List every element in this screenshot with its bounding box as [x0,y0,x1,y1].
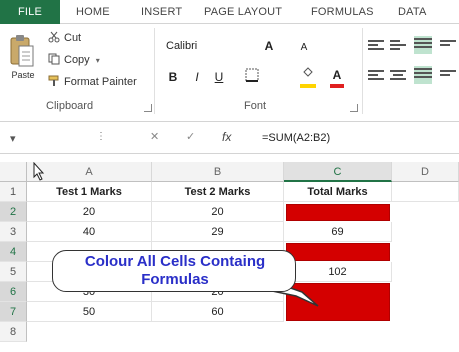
cell-c5[interactable]: 102 [284,262,392,282]
cell-a3[interactable]: 40 [27,222,152,242]
indent-button[interactable] [440,68,456,82]
cell-a1[interactable]: Test 1 Marks [27,182,152,202]
cell-b2[interactable]: 20 [152,202,284,222]
clipboard-launcher-icon[interactable] [144,104,152,112]
cell-d1[interactable] [392,182,459,202]
row-header[interactable]: 5 [0,262,27,282]
name-box[interactable]: ▾ [0,130,90,150]
row-header[interactable]: 8 [0,322,27,342]
select-all-corner[interactable] [0,162,27,182]
scissors-icon [48,31,60,43]
underline-button[interactable]: U [212,68,226,86]
font-group-label: Font [244,100,267,112]
font-color-button[interactable]: A [330,66,344,84]
format-painter-label: Format Painter [64,76,137,88]
paint-bucket-icon [303,67,313,77]
tab-page-layout[interactable]: PAGE LAYOUT [204,0,282,24]
formula-input[interactable]: =SUM(A2:B2) [262,132,330,144]
column-header-b[interactable]: B [152,162,284,182]
paste-button[interactable]: Paste [4,30,42,100]
align-left-button[interactable] [368,68,384,82]
fill-color-swatch [300,84,316,88]
copy-icon [48,53,60,65]
paintbrush-icon [48,75,59,86]
tab-home[interactable]: HOME [76,0,110,24]
font-launcher-icon[interactable] [350,104,358,112]
italic-button[interactable]: I [190,68,204,86]
row-header[interactable]: 1 [0,182,27,202]
excel-window: FILE HOME INSERT PAGE LAYOUT FORMULAS DA… [0,0,459,352]
cell-a7[interactable]: 50 [27,302,152,322]
tab-formulas[interactable]: FORMULAS [311,0,374,24]
tab-file[interactable]: FILE [0,0,60,24]
column-header-a[interactable]: A [27,162,152,182]
copy-label: Copy [64,54,90,66]
cell-a2[interactable]: 20 [27,202,152,222]
align-middle-button[interactable] [390,38,406,52]
font-name-select[interactable]: Calibri [160,36,244,56]
align-right-button[interactable] [414,66,432,84]
ribbon-tab-bar: FILE HOME INSERT PAGE LAYOUT FORMULAS DA… [0,0,459,24]
cut-button[interactable]: Cut [48,30,81,46]
cell-c4-formula[interactable] [286,243,390,261]
row-header[interactable]: 7 [0,302,27,322]
column-header-d[interactable]: D [392,162,459,182]
row-header[interactable]: 2 [0,202,27,222]
row-header[interactable]: 6 [0,282,27,302]
borders-button[interactable] [244,68,260,86]
borders-icon [245,68,259,82]
chevron-down-icon: ▾ [95,56,100,65]
clipboard-group-label: Clipboard [46,100,94,112]
shrink-font-button[interactable]: A [298,39,310,57]
tab-insert[interactable]: INSERT [141,0,182,24]
callout-line-2: Formulas [141,271,209,288]
paste-icon [10,35,34,67]
align-top-button[interactable] [368,38,384,52]
row-header[interactable]: 3 [0,222,27,242]
cell-b3[interactable]: 29 [152,222,284,242]
align-center-button[interactable] [390,68,406,82]
font-color-swatch [330,84,344,88]
paste-label: Paste [11,70,35,80]
align-bottom-button[interactable] [414,36,432,54]
enter-icon[interactable]: ✓ [186,130,195,143]
row-header[interactable]: 4 [0,242,27,262]
cell-b7[interactable]: 60 [152,302,284,322]
fill-color-button[interactable] [300,66,316,84]
callout-bubble: Colour All Cells Containg Formulas [52,250,296,292]
orientation-button[interactable] [440,38,456,52]
cell-b1[interactable]: Test 2 Marks [152,182,284,202]
grow-font-button[interactable]: A [262,37,276,55]
bold-button[interactable]: B [166,68,180,86]
copy-button[interactable]: Copy ▾ [48,52,100,68]
cell-c1[interactable]: Total Marks [284,182,392,202]
mouse-cursor-icon [33,162,45,181]
more-icon: ⋮ [96,131,106,142]
cancel-icon[interactable]: ✕ [150,130,159,143]
ribbon-separator [154,28,155,114]
cell-c7-formula[interactable]: 110 [286,303,390,320]
insert-function-button[interactable]: fx [222,130,231,144]
tab-data[interactable]: DATA [398,0,427,24]
format-painter-button[interactable]: Format Painter [48,74,137,90]
ribbon-separator [362,28,363,114]
column-header-c[interactable]: C [284,162,392,182]
cut-label: Cut [64,32,82,44]
chevron-down-icon: ▾ [10,133,16,145]
callout-line-1: Colour All Cells Containg [84,253,266,270]
ribbon-home: Paste Cut Copy ▾ Format Painter Clipboar… [0,24,459,122]
cell-c2-formula[interactable]: 40 [286,204,390,221]
formula-bar: ▾ ⋮ ✕ ✓ fx =SUM(A2:B2) [0,126,459,154]
cell-c3[interactable]: 69 [284,222,392,242]
